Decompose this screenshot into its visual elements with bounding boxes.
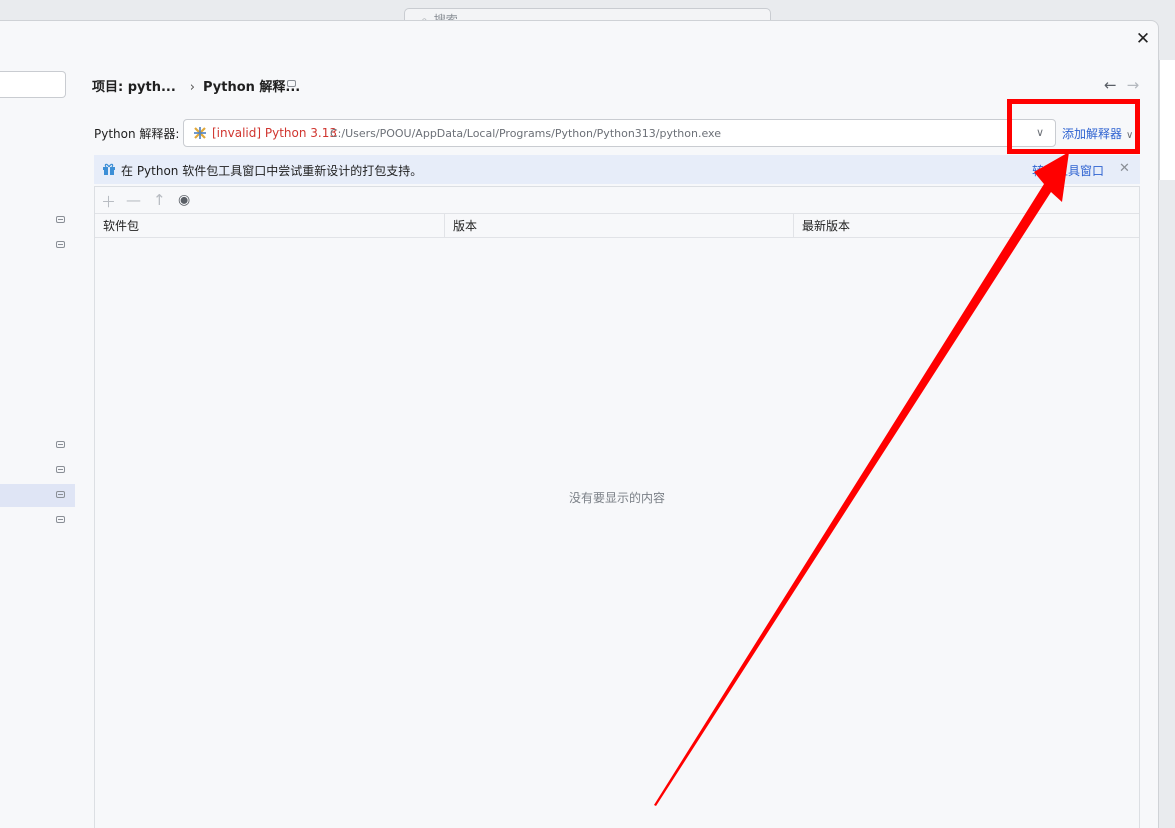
empty-table-message: 没有要显示的内容 [568, 491, 665, 505]
banner-text: 在 Python 软件包工具窗口中尝试重新设计的打包支持。 [121, 164, 423, 178]
column-header-package[interactable]: 软件包 [95, 214, 444, 238]
project-scope-icon [56, 441, 65, 448]
back-arrow-icon[interactable]: ← [1104, 76, 1117, 94]
project-scope-icon [56, 241, 65, 248]
project-scope-icon [56, 516, 65, 523]
remove-icon[interactable]: — [126, 191, 141, 209]
gift-icon [103, 163, 115, 175]
interpreter-path: C:/Users/POOU/AppData/Local/Programs/Pyt… [330, 127, 721, 140]
go-to-tool-window-link[interactable]: 转到工具窗口 [1032, 162, 1104, 179]
packages-panel: ＋ — ↑ ◉ 软件包 版本 最新版本 没有要显示的内容 [94, 186, 1140, 828]
upgrade-icon[interactable]: ↑ [153, 191, 166, 209]
annotation-highlight-box [1007, 99, 1140, 154]
project-scope-icon [56, 466, 65, 473]
history-navigation: ← → [1104, 76, 1139, 94]
project-scope-icon [287, 80, 296, 87]
project-scope-icon [56, 216, 65, 223]
forward-arrow-icon[interactable]: → [1127, 76, 1140, 94]
python-icon [194, 127, 206, 139]
interpreter-label: Python 解释器: [94, 127, 180, 141]
interpreter-invalid-name: [invalid] Python 3.13 [212, 126, 337, 140]
settings-search-input[interactable] [0, 71, 66, 98]
project-scope-icon [56, 491, 65, 498]
chevron-right-icon: › [189, 80, 195, 95]
column-header-version[interactable]: 版本 [444, 214, 793, 238]
eye-icon[interactable]: ◉ [178, 192, 190, 208]
packages-table-header: 软件包 版本 最新版本 [95, 213, 1139, 238]
breadcrumb: 项目: pyth... › Python 解释... [92, 76, 300, 95]
column-header-latest-version[interactable]: 最新版本 [793, 214, 1139, 238]
breadcrumb-project[interactable]: 项目: pyth... [92, 80, 176, 95]
close-icon[interactable]: ✕ [1134, 30, 1152, 48]
close-icon[interactable]: ✕ [1119, 161, 1130, 176]
interpreter-select[interactable]: [invalid] Python 3.13 C:/Users/POOU/AppD… [183, 119, 1056, 147]
breadcrumb-page: Python 解释... [203, 80, 301, 95]
background-side-strip [1159, 60, 1175, 180]
packages-toolbar: ＋ — ↑ ◉ [95, 187, 1139, 213]
add-icon[interactable]: ＋ [101, 191, 116, 212]
packaging-banner: 在 Python 软件包工具窗口中尝试重新设计的打包支持。 转到工具窗口 ✕ [94, 155, 1140, 184]
